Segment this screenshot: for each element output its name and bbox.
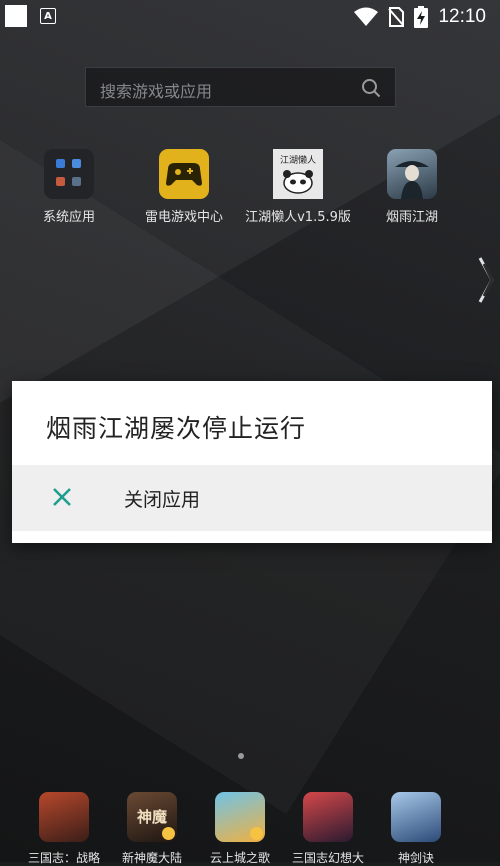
dock-label: 新神魔大陆 [121, 851, 182, 865]
accessibility-a-icon: A [40, 8, 56, 24]
jianghu-lanren-icon: 江湖懒人 [273, 149, 323, 199]
app-label: 江湖懒人v1.5.9版 [245, 210, 351, 225]
icon-text: 神魔 [136, 808, 167, 826]
wifi-icon [354, 7, 379, 26]
yanyu-jianghu-icon [387, 149, 437, 199]
dock-app-yunshang-cheng[interactable]: 云上城之歌 [195, 792, 285, 866]
dialog-title: 烟雨江湖屡次停止运行 [46, 414, 307, 443]
page-indicator [238, 753, 244, 759]
clock: 12:10 [438, 6, 486, 27]
edge-panel-handle[interactable] [476, 256, 494, 304]
sanguozhi-huanxiang-icon [303, 792, 353, 842]
shenjianjue-icon [391, 792, 441, 842]
no-sim-icon [388, 7, 405, 27]
dock-label: 神剑诀 [397, 851, 434, 865]
search-icon[interactable] [361, 78, 381, 98]
dock-app-shenjianjue[interactable]: 神剑诀 [371, 792, 461, 866]
close-app-button[interactable]: 关闭应用 [12, 465, 492, 531]
badge-icon [250, 827, 263, 840]
dock-label: 三国志幻想大 [291, 851, 364, 865]
search-bar[interactable]: 搜索游戏或应用 [85, 67, 396, 107]
system-folder-icon [44, 149, 94, 199]
close-icon [53, 488, 71, 506]
dock-app-sanguozhi-huanxiang[interactable]: 三国志幻想大 [283, 792, 373, 866]
dock-label: 三国志：战略 [27, 851, 100, 865]
sanguozhi-zhanlue-icon [39, 792, 89, 842]
app-label: 雷电游戏中心 [144, 210, 223, 225]
app-crash-dialog: 烟雨江湖屡次停止运行 关闭应用 [12, 381, 492, 543]
dock-app-xin-shenmo-dalu[interactable]: 神魔 新神魔大陆 [107, 792, 197, 866]
gamepad-icon [159, 149, 209, 199]
app-leidian-game-center[interactable]: 雷电游戏中心 [129, 149, 239, 225]
yunshang-cheng-icon [215, 792, 265, 842]
app-yanyu-jianghu[interactable]: 烟雨江湖 [357, 149, 467, 225]
app-jianghu-lanren[interactable]: 江湖懒人 江湖懒人v1.5.9版 [243, 149, 353, 225]
dock-label: 云上城之歌 [209, 851, 270, 865]
app-label: 系统应用 [42, 210, 95, 225]
xin-shenmo-dalu-icon: 神魔 [127, 792, 177, 842]
close-app-label: 关闭应用 [124, 489, 201, 511]
badge-icon [162, 827, 175, 840]
status-bar: A 12:10 [0, 0, 500, 34]
battery-charging-icon [414, 6, 429, 28]
app-label: 烟雨江湖 [385, 210, 438, 225]
notification-square-icon [5, 5, 27, 27]
dock-app-sanguozhi-zhanlue[interactable]: 三国志：战略 [19, 792, 109, 866]
icon-text: 江湖懒人 [279, 156, 316, 166]
app-system[interactable]: 系统应用 [14, 149, 124, 225]
search-placeholder: 搜索游戏或应用 [100, 82, 213, 101]
